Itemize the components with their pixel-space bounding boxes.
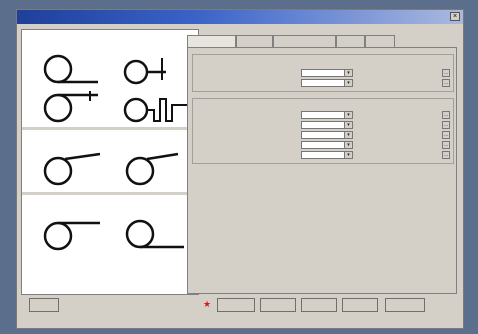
side-button[interactable]: … <box>442 141 450 149</box>
settings-window: × ▾ … ▾ … ▾ … ▾ … ▾ … ▾ … ▾ … ★ <box>16 9 464 329</box>
roll-icon <box>43 54 73 84</box>
side-button[interactable]: … <box>442 69 450 77</box>
winder-type-panel <box>21 29 199 295</box>
chevron-down-icon: ▾ <box>344 70 352 76</box>
chevron-down-icon: ▾ <box>344 112 352 118</box>
tab-3[interactable] <box>336 35 365 47</box>
param-select[interactable]: ▾ <box>301 79 353 87</box>
side-button[interactable]: … <box>442 79 450 87</box>
param-select[interactable]: ▾ <box>301 151 353 159</box>
param-select[interactable]: ▾ <box>301 69 353 77</box>
web-line <box>64 152 101 161</box>
roll-icon <box>125 219 155 249</box>
dancer-arm-icon <box>147 98 188 122</box>
tab-panel: ▾ … ▾ … ▾ … ▾ … ▾ … ▾ … ▾ … <box>187 47 457 294</box>
title-bar: × <box>17 10 463 24</box>
roll-icon <box>123 97 149 123</box>
close-button[interactable]: × <box>450 12 460 21</box>
chevron-down-icon: ▾ <box>344 152 352 158</box>
group-2: ▾ … ▾ … ▾ … ▾ … ▾ … <box>192 98 454 164</box>
tab-1[interactable] <box>236 35 273 47</box>
tab-4[interactable] <box>365 35 395 47</box>
help-button[interactable] <box>29 298 59 312</box>
roll-icon <box>123 59 149 85</box>
param-select[interactable]: ▾ <box>301 141 353 149</box>
winder-diagram-row2[interactable] <box>28 91 196 125</box>
roll-icon <box>125 156 155 186</box>
side-button[interactable]: … <box>442 121 450 129</box>
chevron-down-icon: ▾ <box>344 122 352 128</box>
default-button[interactable] <box>217 298 255 312</box>
side-button[interactable]: … <box>442 131 450 139</box>
chevron-down-icon: ▾ <box>344 80 352 86</box>
roll-icon <box>43 221 73 251</box>
roll-icon <box>43 93 73 123</box>
winder-diagram-row4[interactable] <box>28 216 196 252</box>
side-button[interactable]: … <box>442 111 450 119</box>
chevron-down-icon: ▾ <box>344 142 352 148</box>
param-select[interactable]: ▾ <box>301 111 353 119</box>
tab-2[interactable] <box>273 35 336 47</box>
section-divider <box>22 192 198 195</box>
winder-diagram-row3[interactable] <box>28 151 196 187</box>
winder-diagram-row1[interactable] <box>28 52 196 86</box>
section-divider <box>22 127 198 130</box>
side-button[interactable]: … <box>442 151 450 159</box>
cancel-button[interactable] <box>385 298 425 312</box>
chevron-down-icon: ▾ <box>344 132 352 138</box>
next-button[interactable] <box>342 298 378 312</box>
star-icon: ★ <box>203 299 212 309</box>
web-line <box>146 152 179 161</box>
roll-icon <box>43 156 73 186</box>
apply-button[interactable] <box>260 298 296 312</box>
group-1: ▾ … ▾ … <box>192 54 454 92</box>
param-select[interactable]: ▾ <box>301 131 353 139</box>
param-select[interactable]: ▾ <box>301 121 353 129</box>
back-button[interactable] <box>301 298 337 312</box>
